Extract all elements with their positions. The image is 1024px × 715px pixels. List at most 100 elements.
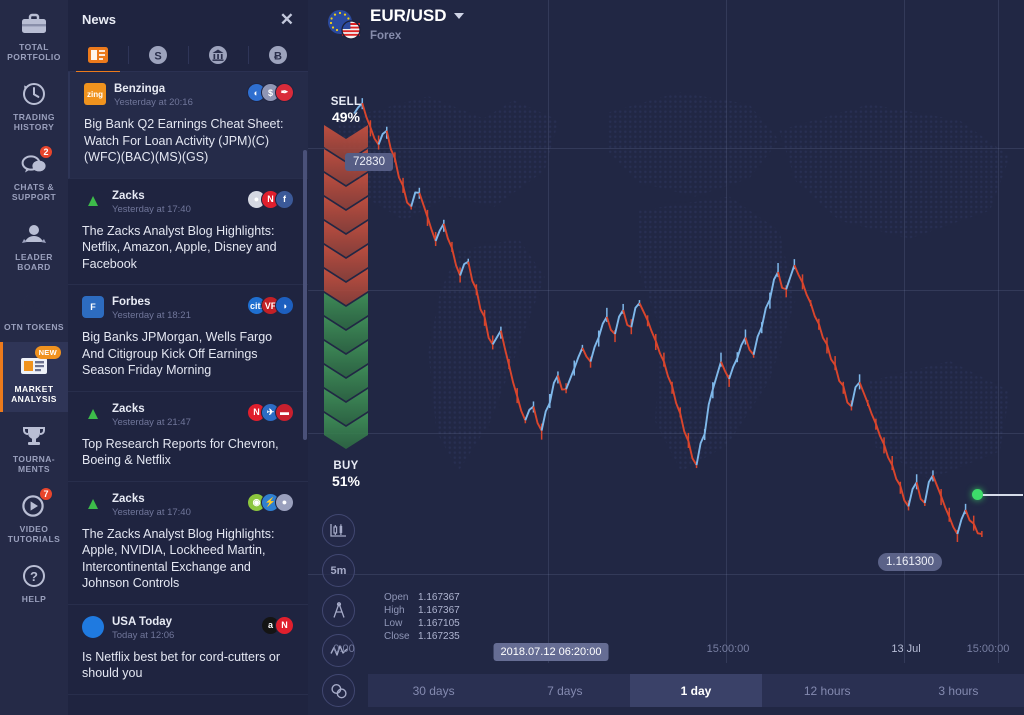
news-source-avatar: ▲ — [82, 189, 104, 212]
chart-tools: 5m — [322, 514, 355, 707]
price-segment — [565, 368, 576, 390]
chart-area[interactable]: EUR/USD Forex SELL 49% BUY 51% 72830 1.1… — [308, 0, 1024, 715]
timeframe-icon[interactable]: 5m — [322, 554, 355, 587]
low-value: 1.167105 — [418, 618, 460, 629]
price-segment — [459, 260, 469, 276]
price-segment — [671, 385, 682, 414]
news-source-name: Zacks — [112, 402, 145, 415]
sidebar-item-tournaments[interactable]: TOURNA- MENTS — [0, 412, 68, 482]
newspaper-icon — [87, 44, 109, 66]
news-list-item[interactable]: ▲ Zacks Yesterday at 17:40 ● Nf The Zacks Ana… — [68, 179, 308, 285]
price-segment — [410, 191, 420, 207]
sidebar-label: OTN TOKENS — [3, 322, 65, 332]
current-price-label: 1.161300 — [878, 553, 942, 571]
price-segment — [499, 330, 510, 366]
video-tutorials-badge: 7 — [39, 487, 53, 501]
price-segment — [426, 216, 437, 242]
play-circle-icon: 7 — [19, 487, 53, 521]
price-segment — [760, 299, 771, 328]
ticker-tag-icon: ✒ — [275, 83, 294, 102]
close-value: 1.167235 — [418, 631, 460, 642]
chart-settings-icon[interactable] — [322, 674, 355, 707]
news-tabs: S Ƀ — [68, 38, 308, 73]
news-source-avatar — [82, 615, 104, 638]
news-tab-dollar[interactable]: S — [128, 38, 188, 72]
price-segment — [654, 340, 665, 363]
time-axis: 0:00 2018.07.12 06:20:00 15:00:00 13 Jul… — [308, 643, 1024, 667]
sidebar-item-help[interactable]: ? HELP — [0, 552, 68, 614]
news-panel: News ✕ S Ƀ zing Benzinga Yesterday at 20… — [68, 0, 308, 715]
news-timestamp: Today at 12:06 — [112, 629, 175, 641]
news-ticker-tags: N ✈ ▬ — [247, 402, 294, 422]
currency-flags-icon — [326, 8, 362, 42]
sidebar-item-total-portfolio[interactable]: TOTAL PORTFOLIO — [0, 0, 68, 70]
close-icon[interactable]: ✕ — [280, 11, 294, 28]
news-timestamp: Yesterday at 18:21 — [112, 310, 191, 321]
timeframe-button-12-hours[interactable]: 12 hours — [762, 674, 893, 707]
price-segment — [858, 381, 869, 404]
chart-type-icon[interactable] — [322, 514, 355, 547]
news-card-icon: NEW — [19, 346, 61, 381]
price-segment — [777, 271, 787, 291]
sidebar-item-trading-history[interactable]: TRADING HISTORY — [0, 70, 68, 140]
sell-label: SELL — [330, 96, 362, 108]
price-segment — [940, 495, 951, 518]
news-source-name: Zacks — [112, 492, 145, 505]
svg-text:Ƀ: Ƀ — [274, 50, 282, 62]
news-source-name: Forbes — [112, 296, 151, 308]
svg-text:?: ? — [30, 569, 38, 584]
price-segment — [467, 261, 478, 290]
ticker-tag-icon: N — [275, 615, 294, 635]
sidebar-item-otn-tokens[interactable]: OTN TOKENS — [0, 280, 68, 342]
question-circle-icon: ? — [19, 561, 49, 591]
price-segment — [695, 433, 706, 466]
high-value: 1.167367 — [418, 605, 460, 616]
news-tab-bank[interactable] — [188, 38, 248, 72]
sidebar-label: TRADING HISTORY — [13, 112, 55, 132]
time-tick: 15:00:00 — [706, 643, 750, 655]
dollar-icon: S — [147, 44, 169, 66]
news-list[interactable]: zing Benzinga Yesterday at 20:16 ◐ $ ✒ Big Ban… — [68, 72, 308, 715]
price-segment — [605, 316, 616, 335]
symbol-header[interactable]: EUR/USD Forex — [326, 6, 464, 44]
news-list-item[interactable]: F Forbes Yesterday at 18:21 citi VF ◑ Big Bank… — [68, 285, 308, 392]
timeframe-button-30-days[interactable]: 30 days — [368, 674, 499, 707]
news-list-item[interactable]: ▲ Zacks Yesterday at 17:40 ◉ ⚡ ● The Zacks Ana… — [68, 482, 308, 605]
price-segment — [711, 361, 722, 390]
news-list-item[interactable]: USA Today Today at 12:06 a N Is Netflix best… — [68, 605, 308, 695]
price-segment — [866, 402, 877, 425]
price-segment — [581, 347, 592, 363]
page-title: EUR/USD — [370, 6, 464, 26]
price-segment — [801, 282, 812, 304]
price-segment — [817, 323, 828, 345]
news-scrollbar[interactable] — [303, 150, 307, 440]
sidebar-item-market-analysis[interactable]: NEW MARKET ANALYSIS — [0, 342, 68, 412]
news-source-avatar: zing — [84, 83, 106, 105]
buy-label: BUY — [333, 460, 359, 472]
sell-percent: 49% — [331, 109, 361, 125]
news-tab-bitcoin[interactable]: Ƀ — [248, 38, 308, 72]
bitcoin-icon: Ƀ — [267, 44, 289, 66]
timeframe-button-1-day[interactable]: 1 day — [630, 674, 762, 707]
sidebar-item-leader-board[interactable]: LEADER BOARD — [0, 210, 68, 280]
news-timestamp: Yesterday at 20:16 — [114, 97, 193, 108]
bank-icon — [207, 44, 229, 66]
sidebar-label: TOURNA- MENTS — [12, 454, 56, 474]
sidebar-label: LEADER BOARD — [15, 252, 53, 272]
timeframe-button-7-days[interactable]: 7 days — [499, 674, 630, 707]
news-headline: Big Banks JPMorgan, Wells Fargo And Citi… — [82, 330, 273, 377]
news-tab-newspaper[interactable] — [68, 38, 128, 73]
drawing-tools-icon[interactable] — [322, 594, 355, 627]
clock-history-icon — [19, 79, 49, 109]
news-list-item[interactable]: ▲ Zacks Yesterday at 21:47 N ✈ ▬ Top Research … — [68, 392, 308, 482]
price-segment — [516, 395, 527, 421]
sidebar-item-chats-support[interactable]: 2 CHATS & SUPPORT — [0, 140, 68, 210]
news-list-item[interactable]: zing Benzinga Yesterday at 20:16 ◐ $ ✒ Big Ban… — [68, 72, 308, 179]
price-segment — [964, 509, 975, 525]
ohlc-info: Open 1.167367 High 1.167367 Low 1.167105 Cl… — [384, 591, 460, 643]
sidebar-item-video-tutorials[interactable]: 7 VIDEO TUTORIALS — [0, 482, 68, 552]
price-segment — [703, 388, 714, 435]
chevron-down-icon[interactable] — [453, 13, 464, 19]
timeframe-button-3-hours[interactable]: 3 hours — [893, 674, 1024, 707]
price-segment — [540, 402, 551, 431]
